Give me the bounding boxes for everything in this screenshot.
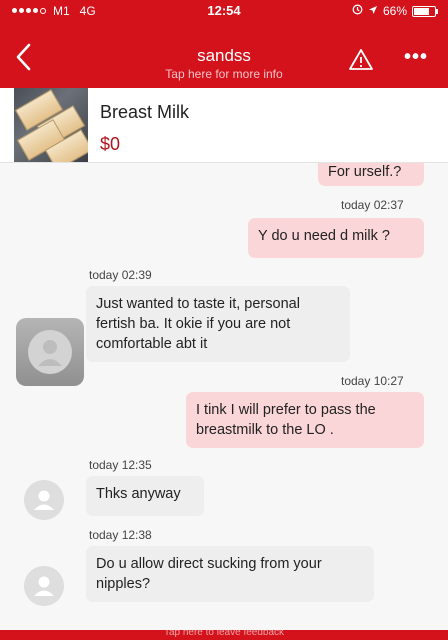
avatar-placeholder-icon (24, 480, 64, 520)
battery-percent: 66% (382, 4, 407, 18)
chat-screen: M1 4G 12:54 66% sandss Tap here for more… (0, 0, 448, 640)
message-text: Just wanted to taste it, personal fertis… (96, 296, 300, 352)
message-text: I tink I will prefer to pass the breastm… (196, 402, 376, 438)
battery-icon (412, 5, 438, 17)
product-price: $0 (100, 134, 121, 154)
message-text: For urself.? (328, 164, 402, 180)
avatar-placeholder-icon (24, 566, 64, 606)
message-timestamp: today 12:38 (89, 528, 152, 542)
status-right: 66% (352, 4, 438, 18)
product-image[interactable] (14, 88, 88, 162)
message-bubble-incoming[interactable]: Just wanted to taste it, personal fertis… (86, 286, 350, 362)
message-timestamp: today 10:27 (341, 374, 404, 388)
message-text: Thks anyway (96, 486, 181, 502)
product-name: Breast Milk (100, 102, 190, 122)
message-bubble-outgoing[interactable]: I tink I will prefer to pass the breastm… (186, 392, 424, 448)
header: M1 4G 12:54 66% sandss Tap here for more… (0, 0, 448, 88)
message-text: Y do u need d milk ? (258, 228, 390, 244)
location-icon (368, 4, 378, 18)
sender-avatar[interactable] (24, 566, 64, 606)
product-card[interactable]: Breast Milk $0 (0, 88, 448, 163)
feedback-bar[interactable]: Tap here to leave feedback (0, 630, 448, 640)
message-bubble-incoming[interactable]: Do u allow direct sucking from your nipp… (86, 546, 374, 602)
message-timestamp: today 12:35 (89, 458, 152, 472)
chat-title[interactable]: sandss (0, 46, 448, 66)
sender-avatar[interactable] (24, 480, 64, 520)
feedback-label: Tap here to leave feedback (163, 630, 285, 638)
avatar-placeholder-icon (28, 330, 72, 374)
chat-subtitle[interactable]: Tap here for more info (0, 67, 448, 81)
warning-icon (349, 49, 373, 70)
report-button[interactable] (348, 48, 374, 72)
sender-avatar[interactable] (16, 318, 84, 386)
message-bubble-incoming[interactable]: Thks anyway (86, 476, 204, 516)
more-options-button[interactable]: ••• (404, 47, 430, 71)
status-bar: M1 4G 12:54 66% (0, 0, 448, 22)
alarm-icon (352, 4, 363, 18)
message-timestamp: today 02:39 (89, 268, 152, 282)
message-timestamp: today 02:37 (341, 198, 404, 212)
message-bubble-outgoing[interactable]: Y do u need d milk ? (248, 218, 424, 258)
message-text: Do u allow direct sucking from your nipp… (96, 556, 322, 592)
